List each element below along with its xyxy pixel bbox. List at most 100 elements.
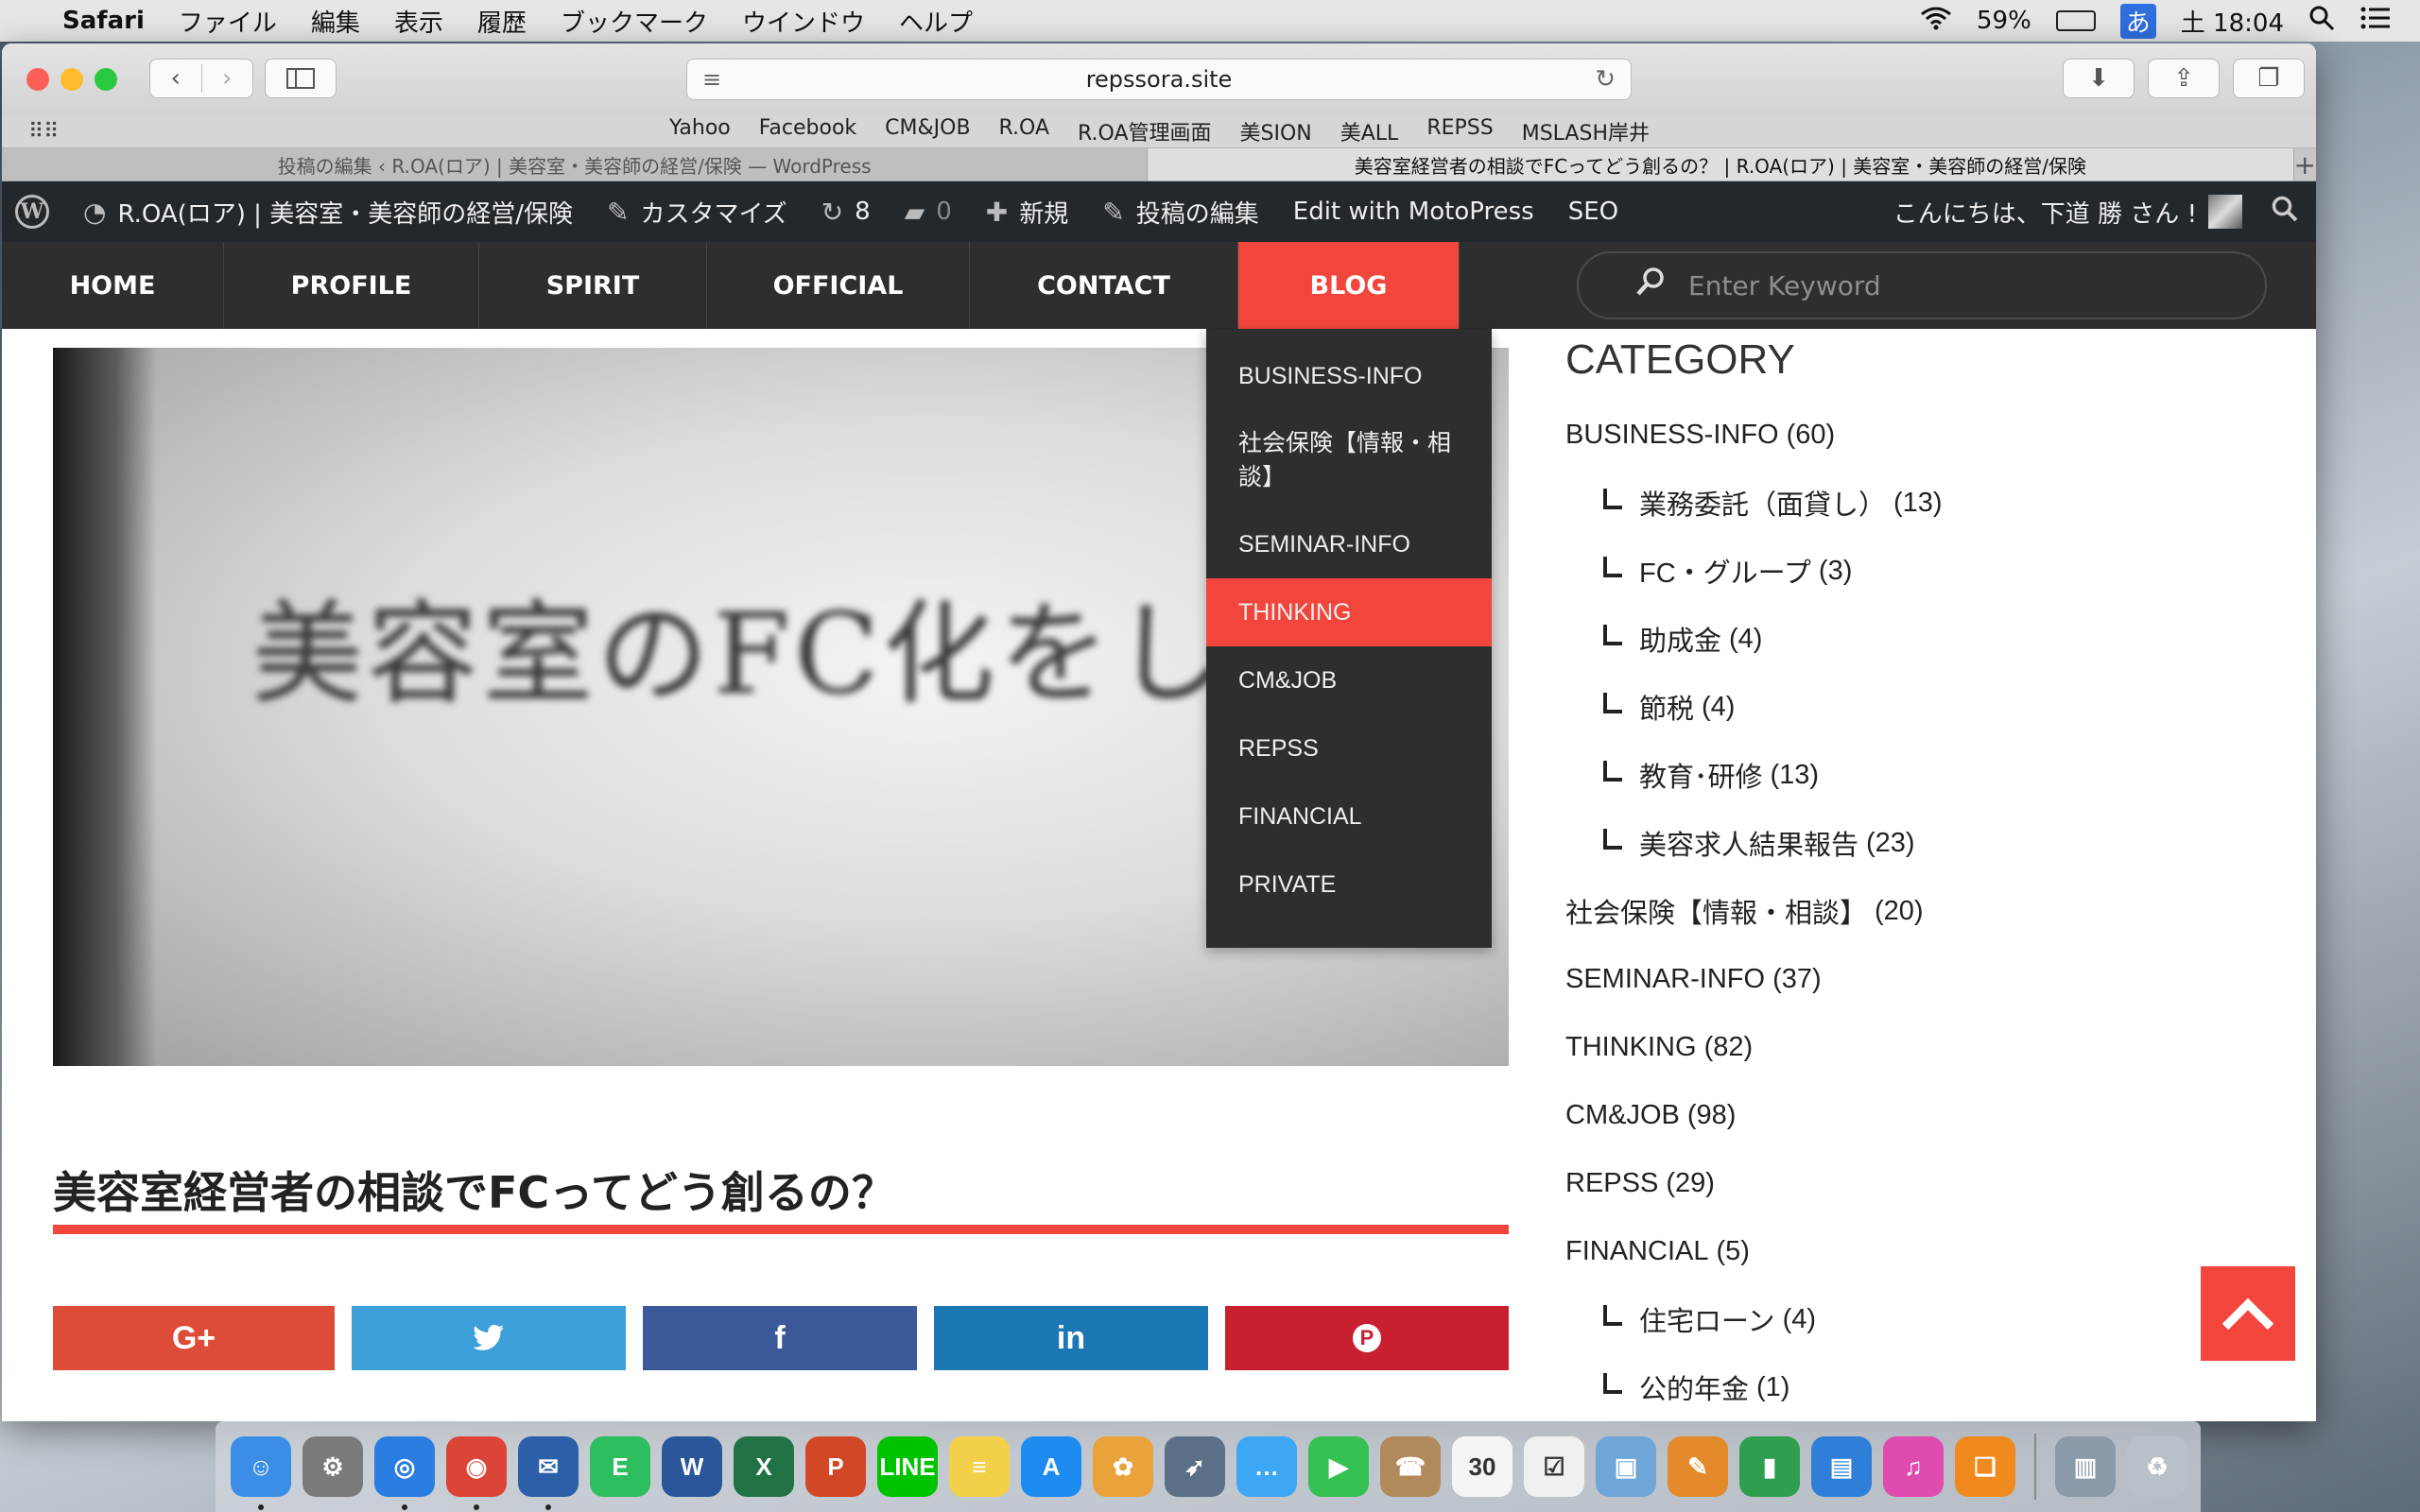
forward-icon[interactable]: › (202, 64, 253, 93)
nav-official[interactable]: OFFICIAL (707, 242, 970, 329)
tab-current-post[interactable]: 美容室経営者の相談でFCってどう創るの？ | R.OA(ロア) | 美容室・美容… (1148, 148, 2294, 180)
reminders-icon[interactable]: ☑ (1524, 1436, 1584, 1497)
dropdown-item-financial[interactable]: FINANCIAL (1206, 782, 1492, 850)
dropdown-item-private[interactable]: PRIVATE (1206, 850, 1492, 919)
contacts-icon[interactable]: ☎ (1380, 1436, 1441, 1497)
admin-edit-post[interactable]: ✎ 投稿の編集 (1102, 195, 1258, 230)
dropdown-item-repss[interactable]: REPSS (1206, 714, 1492, 782)
sidebar-toggle-button[interactable] (265, 59, 337, 98)
nav-home[interactable]: HOME (2, 242, 224, 329)
clock[interactable]: 土 18:04 (2181, 4, 2284, 39)
trash-icon[interactable]: ♻ (2127, 1436, 2187, 1497)
category-item[interactable]: FINANCIAL (5) (1565, 1217, 2284, 1285)
admin-search-icon[interactable] (2271, 195, 2299, 230)
wifi-icon[interactable] (1920, 6, 1952, 37)
favorite-link[interactable]: R.OA (999, 116, 1049, 146)
admin-seo[interactable]: SEO (1568, 198, 1618, 226)
share-facebook-button[interactable]: f (643, 1306, 917, 1370)
notification-center-icon[interactable] (2360, 6, 2392, 37)
facetime-icon[interactable]: ▶ (1308, 1436, 1369, 1497)
powerpoint-icon[interactable]: P (805, 1436, 866, 1497)
favorite-link[interactable]: 美SION (1240, 116, 1312, 146)
downloads-button[interactable]: ⬇ (2063, 59, 2135, 98)
category-item[interactable]: FC・グループ (3) (1565, 537, 2284, 605)
menu-bookmarks[interactable]: ブックマーク (561, 4, 708, 39)
search-input[interactable] (1686, 268, 2220, 302)
nav-profile[interactable]: PROFILE (224, 242, 479, 329)
ibooks-icon[interactable]: ❑ (1955, 1436, 2015, 1497)
category-item[interactable]: 業務委託（面貸し） (13) (1565, 469, 2284, 537)
wp-logo-menu[interactable]: W (15, 195, 49, 229)
launchpad-icon[interactable]: ➶ (1165, 1436, 1225, 1497)
calendar-icon[interactable]: 30 (1452, 1436, 1512, 1497)
evernote-icon[interactable]: E (590, 1436, 650, 1497)
share-twitter-button[interactable] (352, 1306, 626, 1370)
menu-help[interactable]: ヘルプ (899, 4, 973, 39)
chrome-icon[interactable]: ◉ (446, 1436, 507, 1510)
thunderbird-icon[interactable]: ✉ (518, 1436, 579, 1510)
safari-icon[interactable]: ◎ (374, 1436, 435, 1510)
favorite-link[interactable]: Facebook (759, 116, 856, 146)
dropdown-item-cmjob[interactable]: CM&JOB (1206, 646, 1492, 714)
category-item[interactable]: 美容求人結果報告 (23) (1565, 809, 2284, 877)
share-pinterest-button[interactable]: P (1225, 1306, 1509, 1370)
dropdown-item-thinking[interactable]: THINKING (1206, 578, 1492, 646)
admin-site-name[interactable]: ◔ R.OA(ロア) | 美容室・美容師の経営/保険 (83, 195, 573, 230)
category-item[interactable]: CM&JOB (98) (1565, 1081, 2284, 1149)
share-button[interactable]: ⇪ (2148, 59, 2220, 98)
new-tab-button[interactable]: + (2294, 148, 2316, 180)
admin-new-content[interactable]: ✚ 新規 (986, 195, 1068, 230)
admin-updates[interactable]: ↻ 8 (821, 197, 871, 228)
menu-history[interactable]: 履歴 (477, 4, 527, 39)
keynote-icon[interactable]: ▤ (1811, 1436, 1872, 1497)
category-item[interactable]: 教育･研修 (13) (1565, 741, 2284, 809)
admin-account-greeting[interactable]: こんにちは、下道 勝 さん ! (1893, 195, 2197, 230)
nav-contact[interactable]: CONTACT (970, 242, 1238, 329)
messages-icon[interactable]: … (1236, 1436, 1297, 1497)
address-bar[interactable]: ≡ repssora.site ↻ (686, 59, 1632, 100)
dropdown-item-social-insurance[interactable]: 社会保険【情報・相談】 (1206, 410, 1492, 510)
zoom-window-button[interactable] (95, 68, 117, 91)
menu-view[interactable]: 表示 (394, 4, 443, 39)
spotlight-icon[interactable] (2308, 5, 2335, 38)
avatar[interactable] (2208, 195, 2242, 229)
category-item[interactable]: 住宅ローン (4) (1565, 1285, 2284, 1353)
category-item[interactable]: SEMINAR-INFO (37) (1565, 945, 2284, 1013)
category-item[interactable]: 節税 (4) (1565, 673, 2284, 741)
share-linkedin-button[interactable]: in (934, 1306, 1208, 1370)
excel-icon[interactable]: X (734, 1436, 794, 1497)
numbers-icon[interactable]: ▮ (1739, 1436, 1800, 1497)
input-method-badge[interactable]: あ (2119, 3, 2156, 39)
menu-file[interactable]: ファイル (179, 4, 277, 39)
favorite-link[interactable]: MSLASH岸井 (1522, 116, 1650, 146)
category-item[interactable]: REPSS (29) (1565, 1149, 2284, 1217)
admin-comments[interactable]: ▰ 0 (905, 197, 952, 228)
favorite-link[interactable]: Yahoo (669, 116, 731, 146)
notes-icon[interactable]: ≡ (949, 1436, 1010, 1497)
preview-icon[interactable]: ▣ (1596, 1436, 1656, 1497)
back-icon[interactable]: ‹ (150, 64, 202, 93)
minimize-window-button[interactable] (60, 68, 83, 91)
itunes-icon[interactable]: ♫ (1883, 1436, 1944, 1497)
line-icon[interactable]: LINE (877, 1436, 938, 1497)
category-item[interactable]: BUSINESS-INFO (60) (1565, 401, 2284, 469)
admin-motopress[interactable]: Edit with MotoPress (1293, 198, 1534, 226)
pages-icon[interactable]: ✎ (1668, 1436, 1728, 1497)
reader-icon[interactable]: ≡ (702, 66, 721, 93)
dropdown-item-business-info[interactable]: BUSINESS-INFO (1206, 342, 1492, 410)
photos-icon[interactable]: ✿ (1093, 1436, 1153, 1497)
category-item[interactable]: 助成金 (4) (1565, 605, 2284, 673)
finder-icon[interactable]: ☺ (231, 1436, 291, 1510)
category-item[interactable]: THINKING (82) (1565, 1013, 2284, 1081)
menu-window[interactable]: ウインドウ (742, 4, 865, 39)
close-window-button[interactable] (26, 68, 49, 91)
favorite-link[interactable]: REPSS (1426, 116, 1493, 146)
category-item[interactable]: 公的年金 (1) (1565, 1353, 2284, 1421)
tab-wordpress-edit[interactable]: 投稿の編集 ‹ R.OA(ロア) | 美容室・美容師の経営/保険 — WordP… (2, 148, 1149, 180)
app-menu[interactable]: Safari (62, 7, 145, 35)
word-icon[interactable]: W (662, 1436, 722, 1497)
admin-customize[interactable]: ✎ カスタマイズ (607, 195, 787, 230)
favorite-link[interactable]: CM&JOB (885, 116, 970, 146)
tab-overview-button[interactable]: ❐ (2233, 59, 2305, 98)
category-item[interactable]: 社会保険【情報・相談】 (20) (1565, 877, 2284, 945)
